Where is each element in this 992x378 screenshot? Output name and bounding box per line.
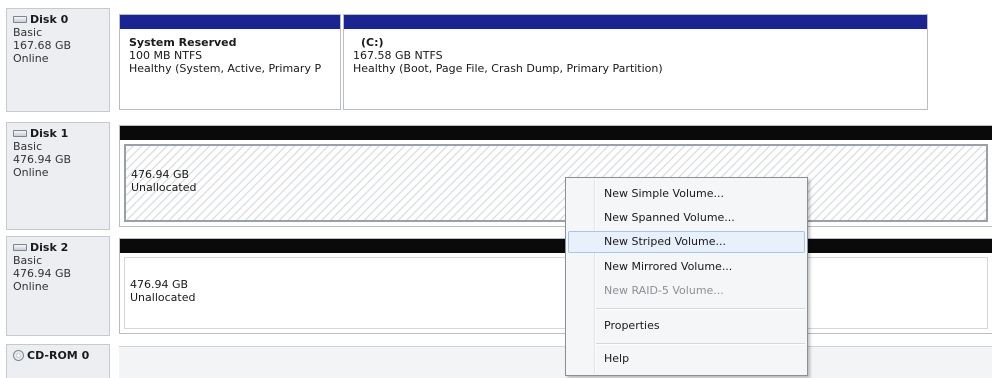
- partition-name: (C:): [361, 36, 384, 49]
- disk-2-row: Disk 2 Basic 476.94 GB Online 476.94 GB …: [0, 236, 992, 336]
- partition-size: 476.94 GB: [131, 168, 190, 181]
- disk-1-info[interactable]: Disk 1 Basic 476.94 GB Online: [6, 122, 110, 230]
- menu-new-mirrored-volume[interactable]: New Mirrored Volume...: [568, 256, 805, 278]
- partition-bar: [120, 15, 340, 29]
- cdrom-0-area[interactable]: [119, 346, 992, 378]
- partition-system-reserved[interactable]: System Reserved 100 MB NTFS Healthy (Sys…: [119, 14, 341, 110]
- disk-0-type: Basic: [13, 26, 43, 39]
- partition-size-fs: 167.58 GB NTFS: [353, 49, 443, 62]
- disk-0-name: Disk 0: [30, 13, 69, 26]
- disk-0-status: Online: [13, 52, 49, 65]
- cdrom-0-name: CD-ROM 0: [27, 349, 90, 362]
- disk-2-name: Disk 2: [30, 241, 69, 254]
- menu-separator: [596, 343, 805, 345]
- disk-1-size: 476.94 GB: [13, 153, 72, 166]
- partition-health: Healthy (Boot, Page File, Crash Dump, Pr…: [353, 62, 663, 75]
- disk-2-type: Basic: [13, 254, 43, 267]
- partition-size: 476.94 GB: [130, 278, 189, 291]
- partition-bar: [120, 239, 992, 253]
- menu-new-simple-volume[interactable]: New Simple Volume...: [568, 183, 805, 205]
- cdrom-0-info[interactable]: CD-ROM 0: [6, 344, 110, 378]
- menu-new-striped-volume[interactable]: New Striped Volume...: [568, 231, 805, 253]
- menu-new-raid5-volume: New RAID-5 Volume...: [604, 284, 724, 297]
- partition-unallocated[interactable]: 476.94 GB Unallocated: [119, 125, 992, 227]
- partition-unallocated[interactable]: 476.94 GB Unallocated: [119, 238, 992, 334]
- menu-separator: [596, 308, 805, 310]
- hard-disk-icon: [13, 244, 27, 251]
- disk-1-name: Disk 1: [30, 127, 69, 140]
- hard-disk-icon: [13, 130, 27, 137]
- disk-1-row: Disk 1 Basic 476.94 GB Online 476.94 GB …: [0, 122, 992, 230]
- partition-name: System Reserved: [129, 36, 237, 49]
- menu-help[interactable]: Help: [568, 348, 805, 370]
- context-menu: New Simple Volume... New Spanned Volume.…: [565, 177, 808, 376]
- disk-1-status: Online: [13, 166, 49, 179]
- menu-properties[interactable]: Properties: [568, 315, 805, 337]
- cd-rom-icon: [13, 350, 24, 361]
- disk-2-size: 476.94 GB: [13, 267, 72, 280]
- partition-bar: [120, 126, 992, 140]
- menu-new-spanned-volume[interactable]: New Spanned Volume...: [568, 207, 805, 229]
- partition-size-fs: 100 MB NTFS: [129, 49, 203, 62]
- disk-0-row: Disk 0 Basic 167.68 GB Online System Res…: [0, 8, 992, 112]
- partition-bar: [344, 15, 927, 29]
- partition-state: Unallocated: [131, 181, 197, 194]
- cdrom-0-row: CD-ROM 0: [0, 344, 992, 378]
- partition-c-drive[interactable]: (C:) 167.58 GB NTFS Healthy (Boot, Page …: [343, 14, 928, 110]
- disk-0-info[interactable]: Disk 0 Basic 167.68 GB Online: [6, 8, 110, 112]
- disk-2-info[interactable]: Disk 2 Basic 476.94 GB Online: [6, 236, 110, 336]
- partition-state: Unallocated: [130, 291, 196, 304]
- disk-1-type: Basic: [13, 140, 43, 153]
- hard-disk-icon: [13, 16, 27, 23]
- partition-health: Healthy (System, Active, Primary P: [129, 62, 322, 75]
- disk-2-status: Online: [13, 280, 49, 293]
- disk-0-size: 167.68 GB: [13, 39, 72, 52]
